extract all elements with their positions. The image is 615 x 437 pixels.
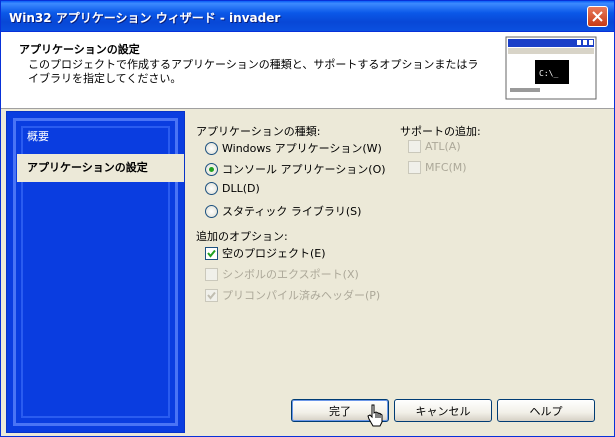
radio-windows-app[interactable]: Windows アプリケーション(W) xyxy=(205,140,382,156)
support-label: サポートの追加: xyxy=(400,125,481,138)
radio-button-selected[interactable] xyxy=(205,162,218,176)
wizard-sidebar: 概要 アプリケーションの設定 xyxy=(6,111,185,433)
checkbox-checked[interactable] xyxy=(205,246,218,260)
checkbox-mfc: MFC(M) xyxy=(408,160,467,175)
sidebar-item-app-settings[interactable]: アプリケーションの設定 xyxy=(17,154,184,182)
cancel-button[interactable]: キャンセル xyxy=(394,399,492,422)
console-window-icon: C:\_ xyxy=(505,36,597,100)
page-title: アプリケーションの設定 xyxy=(19,43,140,56)
checkbox-atl: ATL(A) xyxy=(408,139,461,154)
title-bar[interactable]: Win32 アプリケーション ウィザード - invader xyxy=(1,1,614,32)
radio-console-app[interactable]: コンソール アプリケーション(O) xyxy=(205,161,386,177)
checkbox-checked-disabled xyxy=(205,288,218,302)
wizard-window: Win32 アプリケーション ウィザード - invader アプリケーションの… xyxy=(0,0,615,437)
radio-dll[interactable]: DLL(D) xyxy=(205,181,260,196)
page-description: このプロジェクトで作成するアプリケーションの種類と、サポートするオプションまたは… xyxy=(28,58,479,85)
checkbox-export-symbols: シンボルのエクスポート(X) xyxy=(205,266,359,282)
checkbox xyxy=(205,267,218,281)
close-icon xyxy=(592,11,603,22)
checkbox xyxy=(408,160,421,174)
checkbox-empty-project[interactable]: 空のプロジェクト(E) xyxy=(205,245,326,261)
window-title: Win32 アプリケーション ウィザード - invader xyxy=(9,11,281,25)
checkmark-icon xyxy=(207,291,216,300)
console-icon-text: C:\_ xyxy=(539,69,558,78)
sidebar-item-overview[interactable]: 概要 xyxy=(17,123,184,151)
help-button[interactable]: ヘルプ xyxy=(497,399,595,422)
radio-button[interactable] xyxy=(205,181,218,195)
close-button[interactable] xyxy=(587,6,608,27)
checkbox xyxy=(408,139,421,153)
radio-static-library[interactable]: スタティック ライブラリ(S) xyxy=(205,203,361,219)
app-type-label: アプリケーションの種類: xyxy=(196,125,321,138)
checkmark-icon xyxy=(207,249,216,258)
radio-button[interactable] xyxy=(205,204,218,218)
checkbox-precompiled-header: プリコンパイル済みヘッダー(P) xyxy=(205,287,380,303)
hand-cursor-icon xyxy=(367,404,383,427)
header-panel: アプリケーションの設定 このプロジェクトで作成するアプリケーションの種類と、サポ… xyxy=(1,32,614,109)
radio-button[interactable] xyxy=(205,141,218,155)
additional-options-label: 追加のオプション: xyxy=(196,230,288,243)
settings-panel: アプリケーションの種類: Windows アプリケーション(W) コンソール ア… xyxy=(187,111,609,389)
